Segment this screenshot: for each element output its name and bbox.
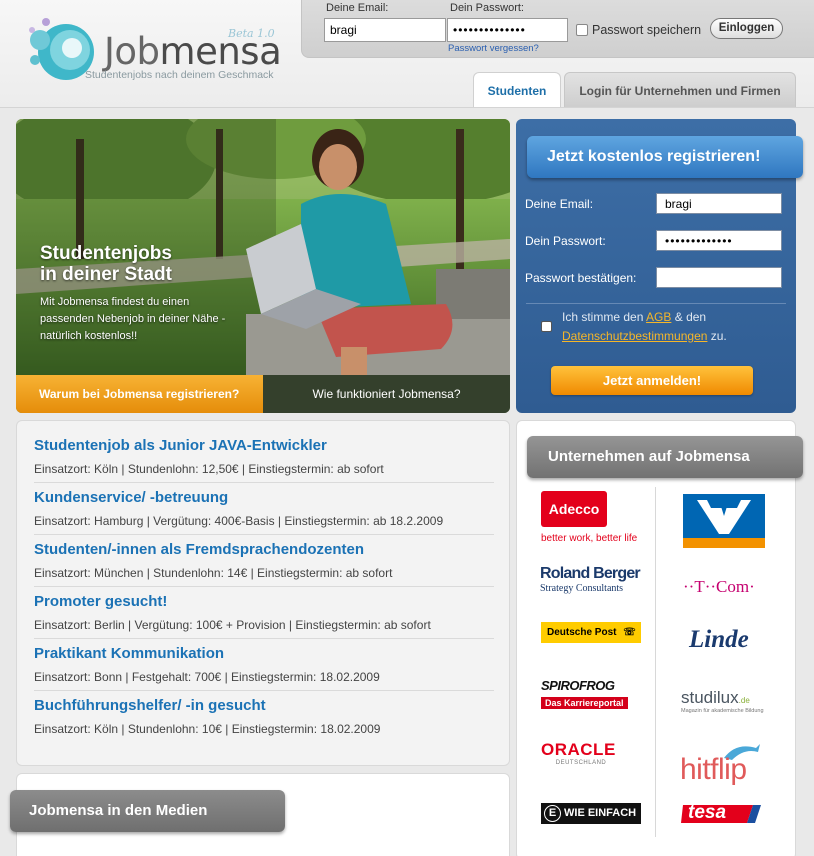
job-title-link[interactable]: Praktikant Kommunikation bbox=[34, 645, 224, 662]
job-meta: Einsatzort: Köln | Stundenlohn: 10€ | Ei… bbox=[34, 722, 381, 736]
login-password-label: Dein Passwort: bbox=[450, 2, 524, 14]
terms-checkbox[interactable] bbox=[541, 321, 552, 332]
eplus-logo[interactable]: E WIE EINFACH bbox=[541, 803, 641, 824]
tab-students[interactable]: Studenten bbox=[473, 72, 561, 108]
remember-password-checkbox[interactable] bbox=[576, 24, 588, 36]
register-password-label: Dein Passwort: bbox=[525, 234, 606, 248]
list-item[interactable]: Studenten/-innen als Fremdsprachendozent… bbox=[34, 535, 494, 587]
eplus-e-icon: E bbox=[544, 805, 561, 822]
oracle-logo[interactable]: ORACLE DEUTSCHLAND bbox=[541, 740, 641, 770]
roland-berger-logo[interactable]: Roland Berger Strategy Consultants bbox=[540, 565, 652, 597]
hitflip-logo[interactable]: hitflip bbox=[680, 740, 775, 788]
login-email-label: Deine Email: bbox=[326, 2, 389, 14]
hero-title: Studentenjobs in deiner Stadt bbox=[40, 243, 172, 285]
register-submit-button[interactable]: Jetzt anmelden! bbox=[551, 366, 753, 395]
volksbank-logo[interactable] bbox=[683, 494, 765, 548]
hero-text: Mit Jobmensa findest du einen passenden … bbox=[40, 296, 226, 342]
deutsche-post-logo[interactable]: Deutsche Post ☏ bbox=[541, 622, 641, 643]
job-meta: Einsatzort: Berlin | Vergütung: 100€ + P… bbox=[34, 618, 431, 632]
list-item[interactable]: Kundenservice/ -betreuung Einsatzort: Ha… bbox=[34, 483, 494, 535]
job-title-link[interactable]: Buchführungshelfer/ -in gesucht bbox=[34, 697, 266, 714]
hero-banner: Studentenjobs in deiner Stadt Mit Jobmen… bbox=[16, 119, 510, 413]
linde-logo[interactable]: Linde bbox=[689, 626, 779, 654]
register-email-input[interactable] bbox=[656, 193, 782, 214]
companies-banner: Unternehmen auf Jobmensa bbox=[527, 436, 803, 478]
login-password-input[interactable] bbox=[447, 18, 568, 42]
job-title-link[interactable]: Promoter gesucht! bbox=[34, 593, 167, 610]
terms-text: Ich stimme den AGB & den Datenschutzbest… bbox=[562, 310, 727, 343]
tcom-logo[interactable]: ··T··Com· bbox=[683, 577, 783, 599]
tesa-logo[interactable]: tesa bbox=[681, 802, 761, 825]
why-register-button[interactable]: Warum bei Jobmensa registrieren? bbox=[16, 375, 263, 413]
job-title-link[interactable]: Studenten/-innen als Fremdsprachendozent… bbox=[34, 541, 364, 558]
job-list: Studentenjob als Junior JAVA-Entwickler … bbox=[16, 420, 510, 766]
logo-tagline: Studentenjobs nach deinem Geschmack bbox=[85, 69, 274, 81]
list-item[interactable]: Studentenjob als Junior JAVA-Entwickler … bbox=[34, 431, 494, 483]
media-banner: Jobmensa in den Medien bbox=[10, 790, 285, 832]
remember-password-label: Passwort speichern bbox=[592, 23, 702, 37]
job-title-link[interactable]: Studentenjob als Junior JAVA-Entwickler bbox=[34, 437, 327, 454]
register-banner: Jetzt kostenlos registrieren! bbox=[527, 136, 803, 178]
register-confirm-input[interactable] bbox=[656, 267, 782, 288]
list-item[interactable]: Praktikant Kommunikation Einsatzort: Bon… bbox=[34, 639, 494, 691]
companies-divider bbox=[655, 487, 656, 837]
forgot-password-link[interactable]: Passwort vergessen? bbox=[448, 43, 539, 54]
spirofrog-logo[interactable]: SPIROFROG Das Karriereportal bbox=[541, 678, 631, 709]
agb-link[interactable]: AGB bbox=[646, 310, 671, 324]
register-divider bbox=[526, 303, 786, 304]
privacy-link[interactable]: Datenschutzbestimmungen bbox=[562, 329, 707, 343]
header-divider bbox=[0, 107, 814, 108]
job-title-link[interactable]: Kundenservice/ -betreuung bbox=[34, 489, 228, 506]
list-item[interactable]: Buchführungshelfer/ -in gesucht Einsatzo… bbox=[34, 691, 494, 743]
login-email-input[interactable] bbox=[324, 18, 446, 42]
post-horn-icon: ☏ bbox=[623, 627, 636, 638]
job-meta: Einsatzort: Köln | Stundenlohn: 12,50€ |… bbox=[34, 462, 384, 476]
register-password-input[interactable] bbox=[656, 230, 782, 251]
logo-beta-label: Beta 1.0 bbox=[228, 27, 275, 40]
header: Jobmensa Beta 1.0 Studentenjobs nach dei… bbox=[0, 0, 814, 108]
volksbank-mark-icon bbox=[683, 500, 765, 548]
job-meta: Einsatzort: Hamburg | Vergütung: 400€-Ba… bbox=[34, 514, 444, 528]
register-email-label: Deine Email: bbox=[525, 197, 594, 211]
jobmensa-logo[interactable]: Jobmensa Beta 1.0 Studentenjobs nach dei… bbox=[26, 14, 286, 86]
login-button[interactable]: Einloggen bbox=[710, 18, 783, 39]
job-meta: Einsatzort: München | Stundenlohn: 14€ |… bbox=[34, 566, 393, 580]
tab-company-login[interactable]: Login für Unternehmen und Firmen bbox=[564, 72, 796, 108]
studilux-logo[interactable]: studilux.de Magazin für akademische Bild… bbox=[681, 688, 776, 718]
adecco-logo[interactable]: Adecco better work, better life bbox=[541, 491, 653, 551]
login-bar: Deine Email: Dein Passwort: Passwort ver… bbox=[301, 0, 814, 58]
how-it-works-button[interactable]: Wie funktioniert Jobmensa? bbox=[263, 375, 510, 413]
register-confirm-label: Passwort bestätigen: bbox=[525, 271, 637, 285]
job-meta: Einsatzort: Bonn | Festgehalt: 700€ | Ei… bbox=[34, 670, 380, 684]
list-item[interactable]: Promoter gesucht! Einsatzort: Berlin | V… bbox=[34, 587, 494, 639]
